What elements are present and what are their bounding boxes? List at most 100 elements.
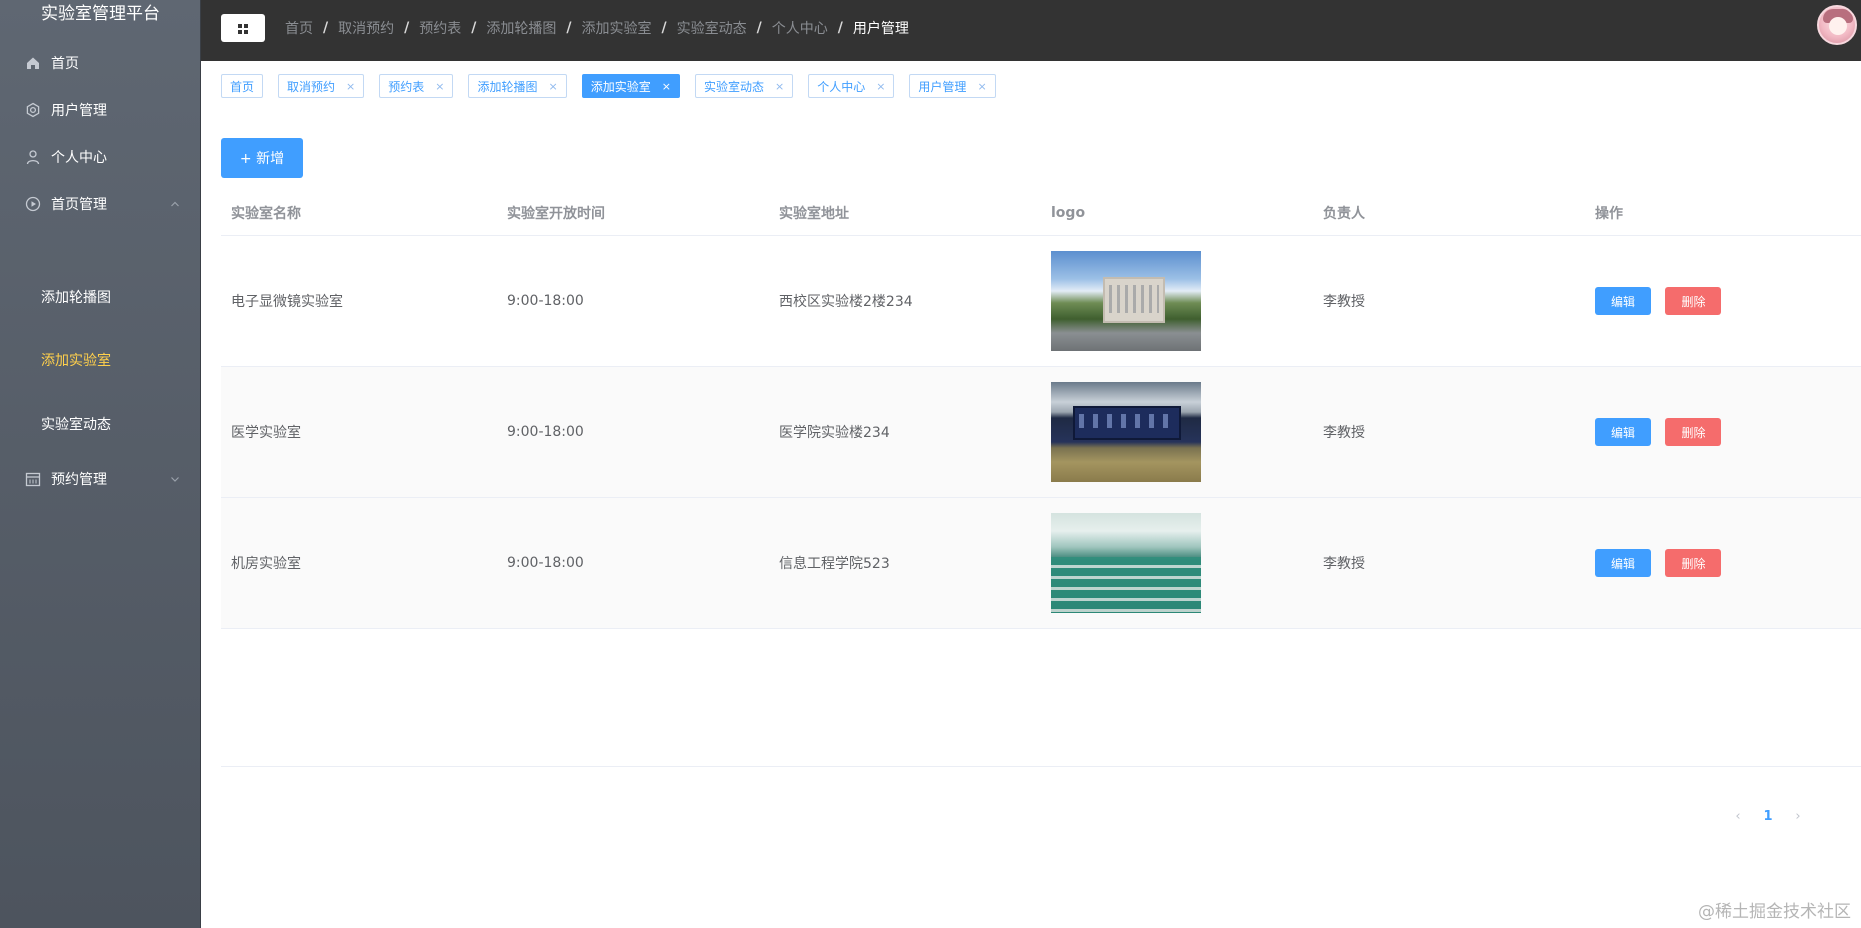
breadcrumb-separator: / [566, 20, 572, 36]
lab-name: 电子显微镜实验室 [231, 294, 343, 310]
lab-owner: 李教授 [1323, 556, 1365, 572]
tag-label: 添加轮播图 [477, 79, 538, 94]
tag-user-management[interactable]: 用户管理 × [909, 74, 996, 98]
breadcrumb-separator: / [661, 20, 667, 36]
next-page-button[interactable]: › [1783, 802, 1813, 830]
lab-logo-image [1051, 382, 1201, 482]
brand-title: 实验室管理平台 [41, 4, 160, 24]
lab-name: 机房实验室 [231, 556, 301, 572]
breadcrumb-separator: / [756, 20, 762, 36]
lab-open-time: 9:00-18:00 [507, 555, 584, 571]
sidebar-subitem-add-carousel[interactable]: 添加轮播图 [0, 269, 200, 325]
lab-address: 医学院实验楼234 [779, 425, 890, 441]
home-icon [25, 55, 41, 71]
sidebar-subitem-label: 实验室动态 [41, 417, 111, 433]
sidebar-item-label: 首页 [51, 56, 79, 72]
gear-icon [25, 102, 41, 118]
close-icon[interactable]: × [977, 80, 986, 93]
lab-open-time: 9:00-18:00 [507, 424, 584, 440]
page-number[interactable]: 1 [1753, 802, 1783, 830]
sidebar-item-reservations[interactable]: 预约管理 [0, 451, 200, 507]
breadcrumb-item[interactable]: 添加轮播图 [486, 18, 556, 38]
close-icon[interactable]: × [662, 80, 671, 93]
tag-add-lab[interactable]: 添加实验室 × [581, 74, 680, 98]
breadcrumb-item[interactable]: 添加实验室 [582, 18, 652, 38]
breadcrumb-separator: / [837, 20, 843, 36]
tag-label: 实验室动态 [703, 79, 764, 94]
edit-button[interactable]: 编辑 [1595, 418, 1651, 446]
breadcrumb-separator: / [323, 20, 329, 36]
delete-button[interactable]: 删除 [1665, 418, 1722, 446]
breadcrumb-current: 用户管理 [852, 21, 909, 37]
breadcrumb-item[interactable]: 取消预约 [338, 18, 394, 38]
tags-view: 首页 取消预约 × 预约表 × 添加轮播图 × 添加实验室 × 实验室动态 × … [221, 74, 1011, 98]
tag-label: 添加实验室 [590, 79, 651, 94]
edit-button[interactable]: 编辑 [1595, 549, 1651, 577]
tag-label: 预约表 [388, 79, 425, 94]
delete-button[interactable]: 删除 [1665, 549, 1722, 577]
breadcrumb-separator: / [471, 20, 477, 36]
tag-label: 首页 [230, 79, 255, 94]
sidebar-item-label: 用户管理 [51, 103, 107, 119]
close-icon[interactable]: × [775, 80, 784, 93]
tag-lab-news[interactable]: 实验室动态 × [694, 74, 794, 98]
tag-add-carousel[interactable]: 添加轮播图 × [468, 74, 567, 98]
lab-address: 信息工程学院523 [779, 556, 890, 572]
tag-label: 用户管理 [918, 79, 967, 94]
tag-label: 取消预约 [287, 79, 336, 94]
lab-open-time: 9:00-18:00 [507, 293, 584, 309]
chevron-up-icon [169, 198, 181, 210]
column-header: 实验室地址 [779, 205, 849, 222]
add-button[interactable]: + 新增 [221, 138, 303, 178]
tag-label: 个人中心 [817, 79, 866, 94]
sidebar-subitem-label: 添加实验室 [41, 353, 111, 369]
tag-profile[interactable]: 个人中心 × [808, 74, 895, 98]
edit-button[interactable]: 编辑 [1595, 287, 1651, 315]
tag-cancel-reservation[interactable]: 取消预约 × [278, 74, 365, 98]
breadcrumb: 首页 / 取消预约 / 预约表 / 添加轮播图 / 添加实验室 / 实验室动态 … [285, 0, 909, 56]
sidebar-subitem-add-lab[interactable]: 添加实验室 [0, 332, 200, 388]
lab-logo-image [1051, 251, 1201, 351]
prev-page-button[interactable]: ‹ [1723, 802, 1753, 830]
breadcrumb-item[interactable]: 首页 [285, 18, 313, 38]
tag-home[interactable]: 首页 [221, 74, 264, 98]
menu-toggle-button[interactable] [221, 14, 265, 42]
sidebar-subitem-lab-news[interactable]: 实验室动态 [0, 396, 200, 452]
pagination: ‹ 1 › [1723, 802, 1813, 830]
breadcrumb-item[interactable]: 实验室动态 [677, 18, 747, 38]
table-header: 实验室名称 实验室开放时间 实验室地址 logo 负责人 操作 [221, 190, 1861, 236]
table-row: 电子显微镜实验室 9:00-18:00 西校区实验楼2楼234 李教授 编辑 删… [221, 236, 1861, 367]
topbar: 首页 / 取消预约 / 预约表 / 添加轮播图 / 添加实验室 / 实验室动态 … [201, 0, 1861, 61]
watermark: @稀土掘金技术社区 [1698, 902, 1851, 922]
sidebar-item-home-management[interactable]: 首页管理 [0, 176, 200, 232]
avatar[interactable] [1817, 5, 1857, 45]
sidebar: 实验室管理平台 首页 用户管理 个人中心 首页管理 添加轮播图 添加实验室 实验… [0, 0, 201, 928]
lab-address: 西校区实验楼2楼234 [779, 294, 913, 310]
play-circle-icon [25, 196, 41, 212]
close-icon[interactable]: × [876, 80, 885, 93]
sidebar-item-label: 首页管理 [51, 197, 107, 213]
delete-button[interactable]: 删除 [1665, 287, 1722, 315]
grid-icon [238, 19, 248, 38]
close-icon[interactable]: × [549, 80, 558, 93]
column-header: 实验室名称 [231, 205, 301, 222]
calendar-icon [25, 471, 41, 487]
lab-owner: 李教授 [1323, 425, 1365, 441]
column-header: 负责人 [1323, 205, 1365, 222]
breadcrumb-item[interactable]: 预约表 [419, 18, 461, 38]
close-icon[interactable]: × [435, 80, 444, 93]
tag-reservation-table[interactable]: 预约表 × [379, 74, 454, 98]
lab-table: 实验室名称 实验室开放时间 实验室地址 logo 负责人 操作 电子显微镜实验室… [221, 190, 1861, 629]
user-icon [25, 149, 41, 165]
lab-logo-image [1051, 513, 1201, 613]
lab-owner: 李教授 [1323, 294, 1365, 310]
table-bottom-border [221, 766, 1861, 767]
column-header: 实验室开放时间 [507, 205, 605, 222]
close-icon[interactable]: × [346, 80, 355, 93]
column-header: logo [1051, 204, 1086, 221]
sidebar-subitem-label: 添加轮播图 [41, 290, 111, 306]
breadcrumb-separator: / [404, 20, 410, 36]
breadcrumb-item[interactable]: 个人中心 [772, 18, 828, 38]
sidebar-item-label: 个人中心 [51, 150, 107, 166]
table-row: 机房实验室 9:00-18:00 信息工程学院523 李教授 编辑 删除 [221, 498, 1861, 629]
